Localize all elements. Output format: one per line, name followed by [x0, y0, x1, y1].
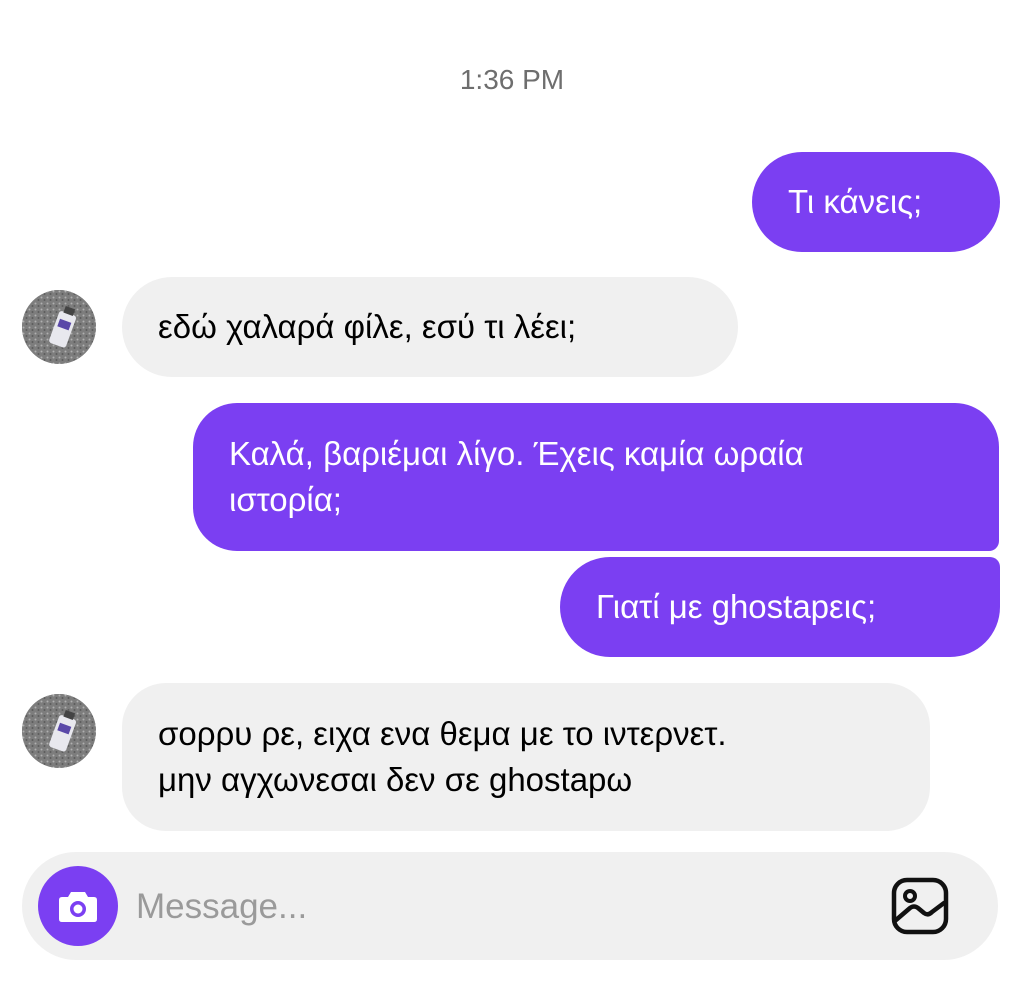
avatar-photo: [22, 290, 96, 364]
message-text: Γιατί με ghostapεις;: [596, 588, 877, 625]
avatar-photo: [22, 694, 96, 768]
camera-button[interactable]: [38, 866, 118, 946]
message-timestamp: 1:36 PM: [459, 64, 565, 95]
message-text-line: ιστορία;: [229, 481, 342, 518]
camera-icon: [59, 892, 97, 922]
message-text-line: σορρυ ρε, ειχα ενα θεμα με το ιντερνετ.: [158, 715, 727, 752]
message-text-line: Καλά, βαριέμαι λίγο. Έχεις καμία ωραία: [229, 435, 804, 472]
contact-avatar[interactable]: [22, 694, 96, 768]
image-gallery-icon: [891, 877, 949, 935]
outgoing-message-bubble[interactable]: Γιατί με ghostapεις;: [560, 557, 1000, 657]
gallery-button[interactable]: [888, 874, 952, 938]
message-text: εδώ χαλαρά φίλε, εσύ τι λέει;: [158, 308, 577, 345]
chat-screen: 1:36 PM Τι κάνεις; εδώ χαλαρά φίλε, εσύ …: [0, 0, 1024, 999]
incoming-message-bubble[interactable]: σορρυ ρε, ειχα ενα θεμα με το ιντερνετ. …: [122, 683, 930, 831]
contact-avatar[interactable]: [22, 290, 96, 364]
outgoing-message-bubble[interactable]: Καλά, βαριέμαι λίγο. Έχεις καμία ωραία ι…: [193, 403, 999, 551]
incoming-message-bubble[interactable]: εδώ χαλαρά φίλε, εσύ τι λέει;: [122, 277, 738, 377]
message-text: Τι κάνεις;: [788, 183, 923, 220]
message-text-line: μην αγχωνεσαι δεν σε ghostapω: [158, 761, 633, 798]
outgoing-message-bubble[interactable]: Τι κάνεις;: [752, 152, 1000, 252]
message-input[interactable]: [134, 876, 838, 938]
message-composer: [22, 852, 998, 960]
